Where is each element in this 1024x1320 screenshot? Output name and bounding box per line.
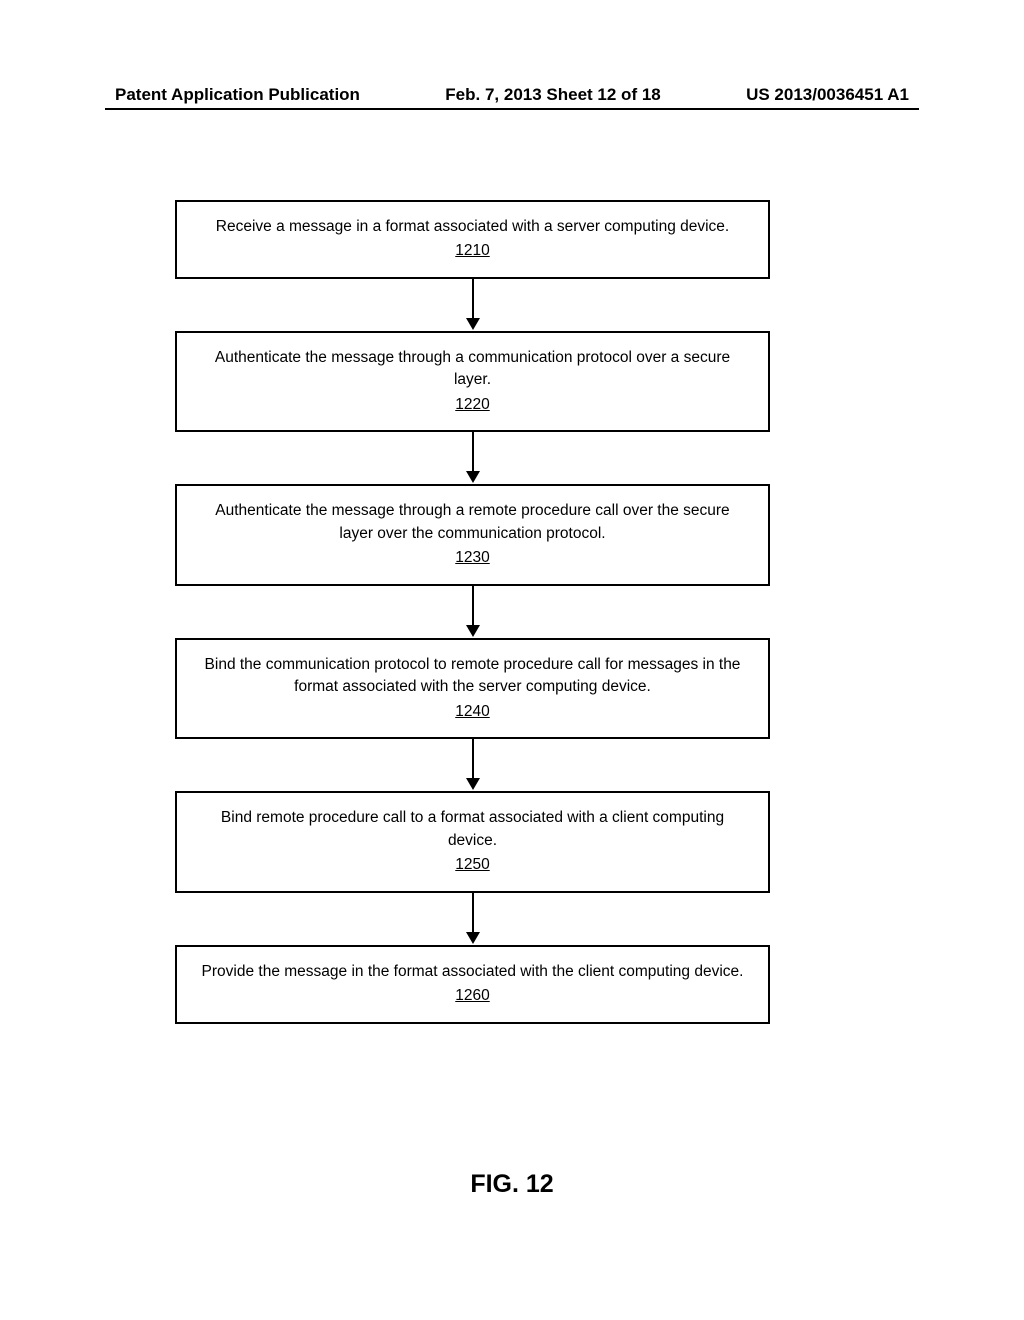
figure-label: FIG. 12 [0, 1170, 1024, 1199]
flow-step-1210: Receive a message in a format associated… [175, 200, 770, 279]
arrow-head-icon [466, 932, 480, 944]
step-text: Provide the message in the format associ… [197, 961, 748, 983]
flow-arrow [466, 432, 480, 484]
header-rule [105, 108, 919, 110]
step-number: 1260 [197, 985, 748, 1007]
step-number: 1210 [197, 240, 748, 262]
step-text: Authenticate the message through a remot… [197, 500, 748, 545]
step-text: Bind remote procedure call to a format a… [197, 807, 748, 852]
flow-step-1220: Authenticate the message through a commu… [175, 331, 770, 432]
arrow-head-icon [466, 471, 480, 483]
flow-step-1240: Bind the communication protocol to remot… [175, 638, 770, 739]
step-number: 1240 [197, 701, 748, 723]
flow-arrow [466, 739, 480, 791]
step-text: Bind the communication protocol to remot… [197, 654, 748, 699]
step-number: 1250 [197, 854, 748, 876]
arrow-line [472, 893, 474, 933]
step-text: Authenticate the message through a commu… [197, 347, 748, 392]
arrow-line [472, 586, 474, 626]
step-number: 1220 [197, 394, 748, 416]
arrow-head-icon [466, 318, 480, 330]
arrow-head-icon [466, 625, 480, 637]
page-header: Patent Application Publication Feb. 7, 2… [0, 85, 1024, 105]
flowchart: Receive a message in a format associated… [175, 200, 770, 1024]
flow-arrow [466, 893, 480, 945]
header-date-sheet: Feb. 7, 2013 Sheet 12 of 18 [445, 85, 660, 105]
arrow-line [472, 432, 474, 472]
header-publication-type: Patent Application Publication [115, 85, 360, 105]
flow-step-1230: Authenticate the message through a remot… [175, 484, 770, 585]
arrow-line [472, 739, 474, 779]
step-number: 1230 [197, 547, 748, 569]
header-patent-number: US 2013/0036451 A1 [746, 85, 909, 105]
arrow-head-icon [466, 778, 480, 790]
flow-step-1260: Provide the message in the format associ… [175, 945, 770, 1024]
step-text: Receive a message in a format associated… [197, 216, 748, 238]
arrow-line [472, 279, 474, 319]
flow-arrow [466, 279, 480, 331]
flow-arrow [466, 586, 480, 638]
flow-step-1250: Bind remote procedure call to a format a… [175, 791, 770, 892]
